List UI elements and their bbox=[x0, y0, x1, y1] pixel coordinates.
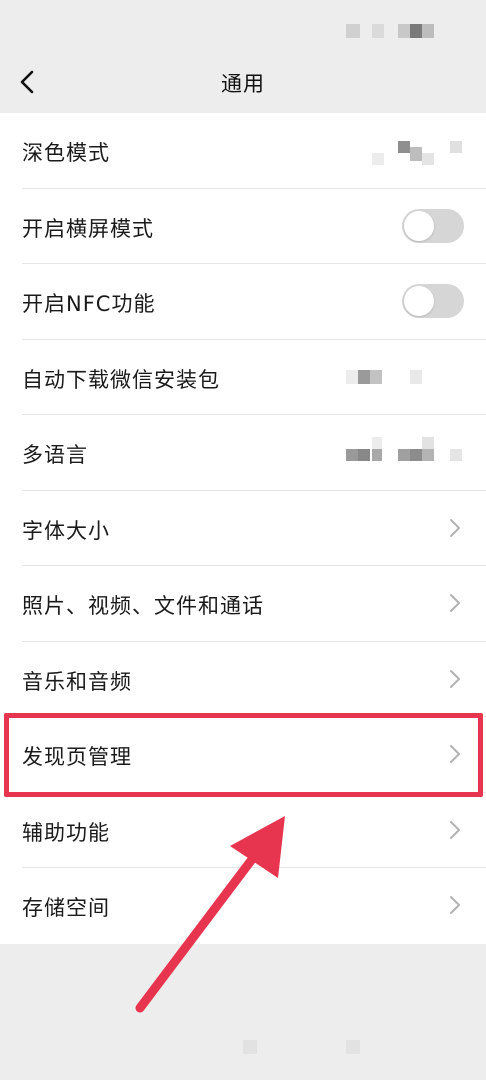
toggle-knob bbox=[404, 286, 434, 316]
highlight-box bbox=[4, 713, 483, 797]
blurred-value bbox=[398, 449, 410, 461]
blurred-value bbox=[422, 437, 434, 449]
chevron-right-icon bbox=[448, 818, 462, 842]
blurred-value bbox=[372, 153, 384, 165]
blurred-value bbox=[422, 449, 434, 461]
blurred-value bbox=[346, 369, 358, 384]
bottom-mosaic bbox=[346, 1040, 360, 1054]
row-label: 音乐和音频 bbox=[22, 669, 132, 694]
chevron-right-icon bbox=[448, 667, 462, 691]
settings-row-landscape: 开启横屏模式 bbox=[0, 189, 486, 264]
settings-row-dark-mode[interactable]: 深色模式 bbox=[0, 113, 486, 189]
settings-row-language[interactable]: 多语言 bbox=[0, 415, 486, 491]
status-bar bbox=[0, 0, 486, 56]
landscape-toggle[interactable] bbox=[402, 208, 464, 243]
row-label: 开启NFC功能 bbox=[22, 292, 156, 316]
status-mosaic bbox=[346, 24, 360, 38]
blurred-value bbox=[410, 449, 422, 461]
row-label: 深色模式 bbox=[22, 141, 110, 165]
annotation-arrow-icon bbox=[135, 816, 285, 1013]
nfc-toggle[interactable] bbox=[402, 284, 464, 318]
row-label: 照片、视频、文件和通话 bbox=[22, 594, 264, 618]
blurred-value bbox=[450, 449, 462, 461]
chevron-right-icon bbox=[448, 591, 462, 615]
blurred-value bbox=[358, 449, 370, 461]
settings-row-auto-download[interactable]: 自动下载微信安装包 bbox=[0, 340, 486, 415]
blurred-value bbox=[410, 147, 422, 161]
blurred-value bbox=[372, 449, 382, 461]
status-mosaic bbox=[398, 24, 410, 38]
blurred-value bbox=[370, 369, 382, 384]
blurred-value bbox=[372, 437, 382, 449]
blurred-value bbox=[422, 153, 434, 165]
row-label: 多语言 bbox=[22, 443, 88, 467]
row-label: 存储空间 bbox=[22, 896, 110, 920]
blurred-value bbox=[398, 141, 410, 153]
nav-bar: 通用 bbox=[0, 56, 486, 112]
chevron-right-icon bbox=[448, 893, 462, 917]
row-label: 字体大小 bbox=[22, 518, 110, 543]
settings-screen: 通用 深色模式 开启横屏模式 开启NFC功能 自动下载微信安装包 多语言 字体大… bbox=[0, 0, 486, 1080]
bottom-mosaic bbox=[243, 1040, 257, 1054]
blurred-value bbox=[346, 449, 358, 461]
chevron-right-icon bbox=[448, 516, 462, 540]
status-mosaic bbox=[410, 24, 422, 38]
blurred-value bbox=[358, 369, 370, 384]
page-title: 通用 bbox=[221, 72, 265, 96]
blurred-value bbox=[450, 141, 462, 153]
toggle-knob bbox=[404, 210, 434, 241]
blurred-value bbox=[410, 369, 422, 384]
row-label: 开启横屏模式 bbox=[22, 216, 154, 241]
status-mosaic bbox=[372, 24, 384, 38]
row-label: 辅助功能 bbox=[22, 820, 110, 845]
settings-row-media[interactable]: 照片、视频、文件和通话 bbox=[0, 566, 486, 642]
status-mosaic bbox=[422, 24, 434, 38]
settings-row-nfc: 开启NFC功能 bbox=[0, 264, 486, 340]
settings-row-audio[interactable]: 音乐和音频 bbox=[0, 642, 486, 717]
settings-row-font-size[interactable]: 字体大小 bbox=[0, 491, 486, 566]
row-label: 自动下载微信安装包 bbox=[22, 367, 220, 392]
